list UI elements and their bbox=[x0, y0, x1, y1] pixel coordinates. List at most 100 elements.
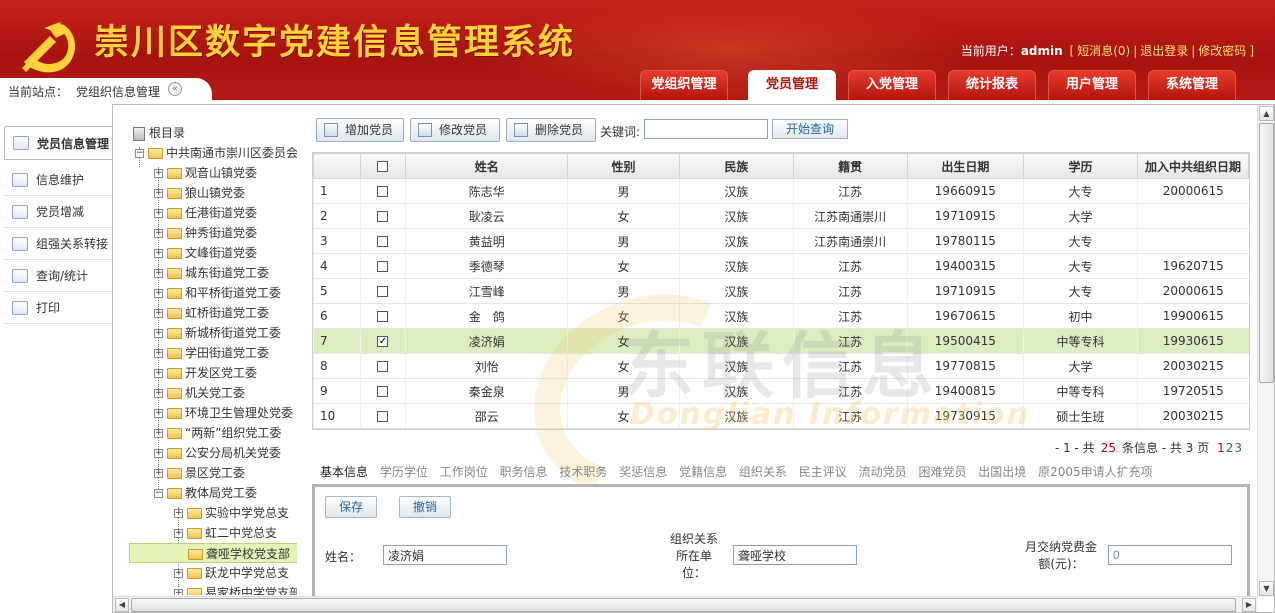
page-link-3[interactable]: 3 bbox=[1234, 441, 1242, 455]
scroll-down-icon[interactable]: ▼ bbox=[1259, 581, 1274, 596]
tree-node[interactable]: + 和平桥街道党工委 bbox=[154, 283, 281, 303]
row-checkbox[interactable]: ✓ bbox=[377, 336, 389, 347]
expand-icon[interactable]: + bbox=[174, 589, 183, 595]
tab-org-relation[interactable]: 组织关系 bbox=[739, 463, 787, 480]
tree-node[interactable]: + 景区党工委 bbox=[154, 463, 245, 483]
row-select-cell[interactable] bbox=[359, 203, 406, 229]
tab-2005-extension[interactable]: 原2005申请人扩充项 bbox=[1038, 463, 1153, 480]
tree-node[interactable]: + 公安分局机关党委 bbox=[154, 443, 281, 463]
sidebar-item-member-change[interactable]: 党员增减 bbox=[4, 196, 112, 228]
row-select-cell[interactable] bbox=[359, 378, 406, 404]
expand-icon[interactable]: + bbox=[154, 329, 163, 338]
sidebar-item-maintenance[interactable]: 信息维护 bbox=[4, 164, 112, 196]
messages-link[interactable]: 短消息(0) bbox=[1077, 44, 1130, 58]
org-unit-field[interactable] bbox=[733, 545, 857, 565]
table-row[interactable]: 1 陈志华男汉族 江苏 19660915 大专 20000615 bbox=[313, 178, 1249, 204]
name-field[interactable] bbox=[383, 545, 507, 565]
row-checkbox[interactable] bbox=[377, 311, 389, 322]
row-checkbox[interactable] bbox=[377, 386, 389, 397]
scroll-up-icon[interactable]: ▲ bbox=[1259, 106, 1274, 121]
add-member-button[interactable]: 增加党员 bbox=[316, 118, 404, 142]
expand-icon[interactable]: + bbox=[154, 189, 163, 198]
expand-icon[interactable]: + bbox=[154, 209, 163, 218]
collapse-sidebar-icon[interactable]: « bbox=[168, 82, 182, 96]
row-select-cell[interactable] bbox=[359, 278, 406, 304]
select-all-checkbox[interactable] bbox=[377, 161, 389, 172]
expand-icon[interactable]: + bbox=[154, 409, 163, 418]
header-name[interactable]: 姓名 bbox=[405, 153, 568, 179]
row-select-cell[interactable] bbox=[359, 228, 406, 254]
tab-mobile-member[interactable]: 流动党员 bbox=[859, 463, 907, 480]
tree-node[interactable]: + 钟秀街道党委 bbox=[154, 223, 257, 243]
page-link-2[interactable]: 2 bbox=[1226, 441, 1234, 455]
expand-icon[interactable]: + bbox=[154, 449, 163, 458]
tab-user-management[interactable]: 用户管理 bbox=[1048, 70, 1136, 100]
tree-node[interactable]: + 任港街道党委 bbox=[154, 203, 257, 223]
row-select-cell[interactable] bbox=[359, 353, 406, 379]
tab-membership[interactable]: 党籍信息 bbox=[679, 463, 727, 480]
tab-org-management[interactable]: 党组织管理 bbox=[640, 70, 728, 100]
scroll-thumb[interactable] bbox=[1259, 123, 1274, 383]
tree-node[interactable]: + 狼山镇党委 bbox=[154, 183, 245, 203]
change-password-link[interactable]: 修改密码 bbox=[1198, 44, 1246, 58]
tree-node-selected[interactable]: 聋哑学校党支部 bbox=[129, 543, 297, 563]
collapse-icon[interactable]: − bbox=[135, 149, 144, 158]
tab-basic-info[interactable]: 基本信息 bbox=[320, 463, 368, 480]
tree-node[interactable]: + 虹二中党总支 bbox=[174, 523, 277, 543]
search-button[interactable]: 开始查询 bbox=[772, 119, 848, 139]
table-row[interactable]: 9 秦金泉男汉族 江苏 19400815 中等专科 19720515 bbox=[313, 378, 1249, 404]
scroll-thumb[interactable] bbox=[131, 598, 1236, 612]
tree-node[interactable]: + 易家桥中学党支部 bbox=[174, 583, 297, 595]
keyword-input[interactable] bbox=[644, 119, 768, 139]
expand-icon[interactable]: + bbox=[174, 509, 183, 518]
save-button[interactable]: 保存 bbox=[325, 496, 377, 518]
logout-link[interactable]: 退出登录 bbox=[1140, 44, 1188, 58]
row-checkbox[interactable] bbox=[377, 261, 389, 272]
tree-node[interactable]: + “两新”组织党工委 bbox=[154, 423, 281, 443]
party-fee-field[interactable] bbox=[1108, 545, 1232, 565]
expand-icon[interactable]: + bbox=[154, 369, 163, 378]
row-select-cell[interactable] bbox=[359, 303, 406, 329]
tree-node-org[interactable]: − 中共南通市崇川区委员会 bbox=[135, 143, 297, 163]
header-gender[interactable]: 性别 bbox=[567, 153, 680, 179]
tree-node[interactable]: + 环境卫生管理处党委 bbox=[154, 403, 293, 423]
expand-icon[interactable]: + bbox=[154, 169, 163, 178]
cancel-button[interactable]: 撤销 bbox=[399, 496, 451, 518]
tree-node[interactable]: + 实验中学党总支 bbox=[174, 503, 289, 523]
tree-node[interactable]: + 文峰街道党委 bbox=[154, 243, 257, 263]
header-ethnic[interactable]: 民族 bbox=[678, 153, 794, 179]
tree-node[interactable]: + 观音山镇党委 bbox=[154, 163, 257, 183]
tree-root[interactable]: 根目录 bbox=[133, 123, 185, 143]
tree-node[interactable]: − 教体局党工委 bbox=[154, 483, 257, 503]
table-row[interactable]: 5 江雪峰男汉族 江苏 19710915 大专 20000615 bbox=[313, 278, 1249, 304]
header-select-all[interactable] bbox=[359, 153, 407, 179]
tree-node[interactable]: + 跃龙中学党总支 bbox=[174, 563, 289, 583]
expand-icon[interactable]: + bbox=[154, 349, 163, 358]
header-birth[interactable]: 出生日期 bbox=[906, 153, 1025, 179]
row-checkbox[interactable] bbox=[377, 211, 389, 222]
tree-node[interactable]: + 城东街道党工委 bbox=[154, 263, 269, 283]
tree-node[interactable]: + 机关党工委 bbox=[154, 383, 245, 403]
delete-member-button[interactable]: 删除党员 bbox=[506, 118, 596, 142]
tab-needy-member[interactable]: 困难党员 bbox=[918, 463, 966, 480]
expand-icon[interactable]: + bbox=[154, 249, 163, 258]
table-row[interactable]: 6 金 鸽女汉族 江苏 19670615 初中 19900615 bbox=[313, 303, 1249, 329]
tab-education[interactable]: 学历学位 bbox=[380, 463, 428, 480]
tree-node[interactable]: + 新城桥街道党工委 bbox=[154, 323, 281, 343]
tab-system-management[interactable]: 系统管理 bbox=[1148, 70, 1236, 100]
row-checkbox[interactable] bbox=[377, 286, 389, 297]
expand-icon[interactable]: + bbox=[154, 429, 163, 438]
expand-icon[interactable]: + bbox=[174, 569, 183, 578]
vertical-scrollbar[interactable]: ▲ ▼ bbox=[1257, 105, 1274, 597]
edit-member-button[interactable]: 修改党员 bbox=[410, 118, 500, 142]
sidebar-item-query[interactable]: 查询/统计 bbox=[4, 260, 112, 292]
expand-icon[interactable]: + bbox=[154, 289, 163, 298]
row-checkbox[interactable] bbox=[377, 236, 389, 247]
collapse-icon[interactable]: − bbox=[154, 489, 163, 498]
expand-icon[interactable]: + bbox=[154, 229, 163, 238]
tree-node[interactable]: + 虹桥街道党工委 bbox=[154, 303, 269, 323]
tab-join-management[interactable]: 入党管理 bbox=[848, 70, 936, 100]
tab-duties[interactable]: 职务信息 bbox=[500, 463, 548, 480]
table-row[interactable]: 3 黄益明男汉族 江苏南通崇川 19780115 大专 bbox=[313, 228, 1249, 254]
row-checkbox[interactable] bbox=[377, 186, 389, 197]
